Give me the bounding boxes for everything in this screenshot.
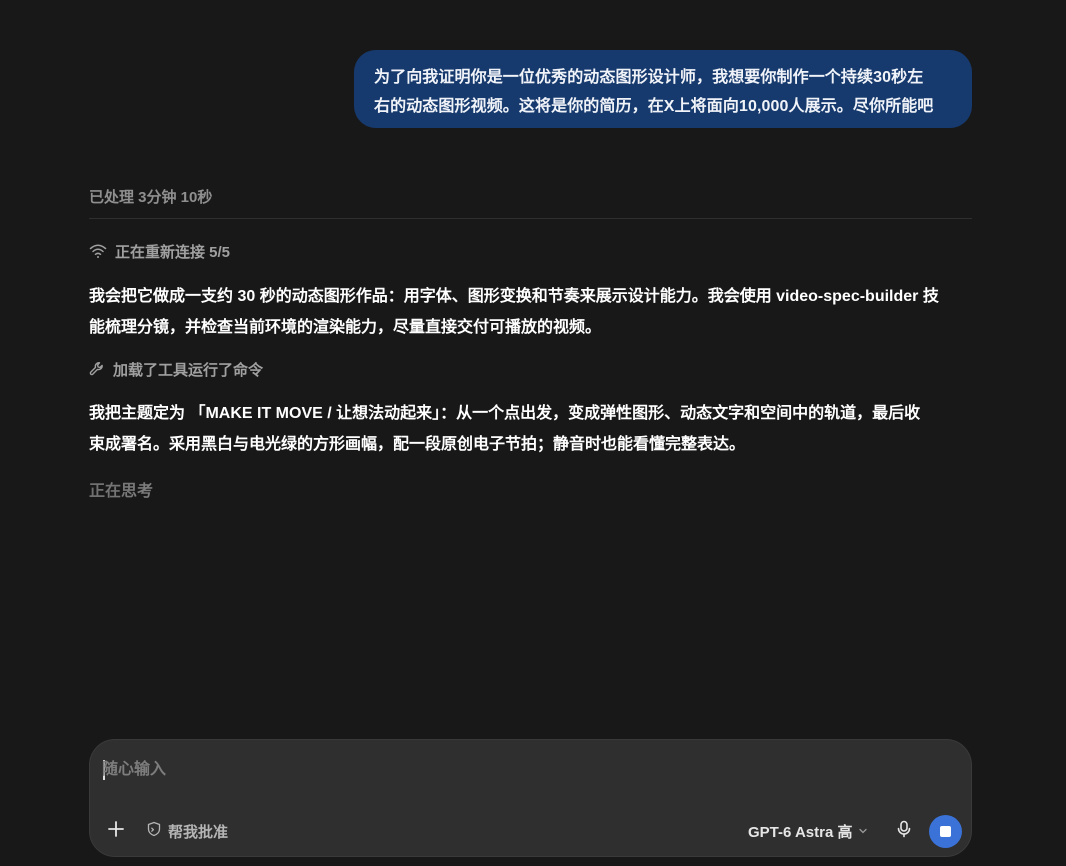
paragraph-2-line-2: 束成署名。采用黑白与电光绿的方形画幅，配一段原创电子节拍；静音时也能看懂完整表达… <box>89 436 746 453</box>
paragraph-1-line-2: 能梳理分镜，并检查当前环境的渲染能力，尽量直接交付可播放的视频。 <box>89 319 602 336</box>
wifi-icon <box>89 243 107 259</box>
assistant-paragraph-1: 我会把它做成一支约 30 秒的动态图形作品：用字体、图形变换和节奏来展示设计能力… <box>89 281 972 343</box>
processed-duration[interactable]: 已处理 3分钟 10秒 <box>89 186 972 208</box>
stop-icon <box>940 826 951 837</box>
paragraph-2-prefix: 我把主题定为 <box>89 405 190 422</box>
model-selector[interactable]: GPT-6 Astra 高 <box>748 820 868 842</box>
user-message-line-2: 右的动态图形视频。这将是你的简历，在X上将面向10,000人展示。尽你所能吧 <box>374 98 934 115</box>
paragraph-2-rest: ：从一个点出发，变成弹性图形、动态文字和空间中的轨道，最后收 <box>440 405 921 422</box>
wrench-icon <box>89 361 105 377</box>
plus-icon <box>107 820 125 843</box>
microphone-icon <box>896 820 912 843</box>
approve-label: 帮我批准 <box>168 823 229 841</box>
reconnect-label: 正在重新连接 5/5 <box>115 243 231 261</box>
composer: 帮我批准 GPT-6 Astra 高 <box>89 739 972 857</box>
paragraph-2-line-1: 我把主题定为 「MAKE IT MOVE / 让想法动起来」：从一个点出发，变成… <box>89 398 972 429</box>
theme-title: 「MAKE IT MOVE / 让想法动起来」 <box>189 405 441 422</box>
stop-generation-button[interactable] <box>929 815 962 848</box>
thinking-status: 正在思考 <box>89 477 972 501</box>
chevron-down-icon <box>858 823 868 840</box>
shield-icon <box>146 821 162 841</box>
assistant-paragraph-2: 我把主题定为 「MAKE IT MOVE / 让想法动起来」：从一个点出发，变成… <box>89 398 972 460</box>
paragraph-1-line-1: 我会把它做成一支约 30 秒的动态图形作品：用字体、图形变换和节奏来展示设计能力… <box>89 288 939 305</box>
user-message-line-1: 为了向我证明你是一位优秀的动态图形设计师，我想要你制作一个持续30秒左 <box>374 69 924 86</box>
user-message-bubble: 为了向我证明你是一位优秀的动态图形设计师，我想要你制作一个持续30秒左 右的动态… <box>354 50 972 128</box>
tools-activity[interactable]: 加载了工具运行了命令 <box>89 358 972 380</box>
voice-input-button[interactable] <box>892 819 916 843</box>
tools-label: 加载了工具运行了命令 <box>113 361 264 379</box>
model-label: GPT-6 Astra 高 <box>748 823 853 841</box>
divider <box>89 218 972 219</box>
message-input[interactable] <box>102 758 802 782</box>
add-attachment-button[interactable] <box>104 819 128 843</box>
chat-page: 为了向我证明你是一位优秀的动态图形设计师，我想要你制作一个持续30秒左 右的动态… <box>0 0 1066 866</box>
approve-button[interactable]: 帮我批准 <box>146 820 228 842</box>
reconnect-status: 正在重新连接 5/5 <box>89 240 972 262</box>
